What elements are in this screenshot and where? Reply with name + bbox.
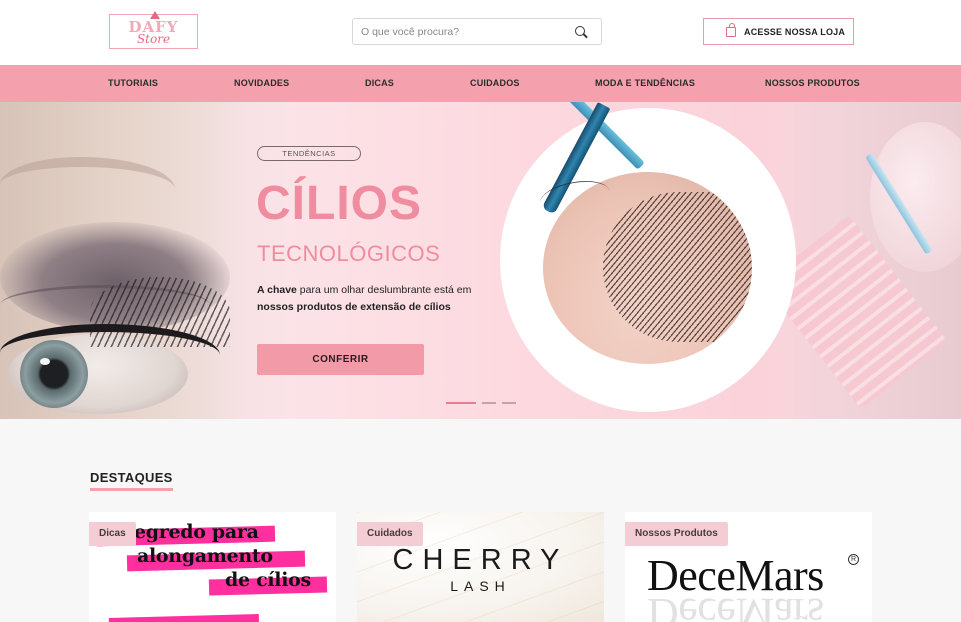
hero-desc-bold-2: nossos produtos de extensão de cílios (257, 301, 451, 313)
hero-lashes (90, 277, 230, 347)
decemars-logo-reflection: DeceMars (647, 589, 824, 622)
hero-description: A chave para um olhar deslumbrante está … (257, 282, 487, 316)
carousel-dot-2[interactable] (482, 402, 496, 404)
shopping-bag-icon (726, 23, 736, 37)
visit-store-label: ACESSE NOSSA LOJA (744, 27, 846, 37)
nav-item-cuidados[interactable]: CUIDADOS (470, 78, 520, 88)
main-nav: TUTORIAIS NOVIDADES DICAS CUIDADOS MODA … (0, 65, 961, 102)
dafy-store-logo[interactable]: DAFY Store (109, 11, 198, 49)
card-category-badge[interactable]: Cuidados (357, 522, 423, 546)
hero-category-tag[interactable]: TENDÊNCIAS (257, 146, 361, 161)
visit-store-button[interactable]: ACESSE NOSSA LOJA (703, 18, 854, 45)
card-headline-line-2: alongamento (137, 545, 273, 567)
search-icon[interactable] (575, 26, 585, 36)
carousel-dot-3[interactable] (502, 402, 516, 404)
search-box (352, 18, 602, 45)
carousel-dot-1[interactable] (446, 402, 476, 404)
hero-eyebrow (0, 157, 175, 217)
hero-banner[interactable]: TENDÊNCIAS CÍLIOS TECNOLÓGICOS A chave p… (0, 102, 961, 419)
card-category-badge[interactable]: Dicas (89, 522, 136, 546)
carousel-dots (446, 402, 526, 406)
featured-section-title: DESTAQUES (90, 470, 173, 485)
cherry-lash-logo-sub: LASH (450, 578, 511, 594)
featured-card-nossos-produtos[interactable]: DeceMars DeceMars R Nossos Produtos (625, 512, 872, 622)
hero-cta-button[interactable]: CONFERIR (257, 344, 424, 375)
nav-item-nossos-produtos[interactable]: NOSSOS PRODUTOS (765, 78, 860, 88)
nav-item-moda-e-tendencias[interactable]: MODA E TENDÊNCIAS (595, 78, 695, 88)
hero-subtitle: TECNOLÓGICOS (257, 241, 441, 266)
hero-title: CÍLIOS (256, 177, 423, 230)
card-headline-line-3: de cílios (225, 569, 311, 591)
hero-desc-mid: para um olhar deslumbrante está em (296, 284, 472, 296)
nav-item-novidades[interactable]: NOVIDADES (234, 78, 289, 88)
nav-item-dicas[interactable]: DICAS (365, 78, 394, 88)
registered-mark: R (848, 554, 859, 565)
headline-highlight (108, 614, 260, 622)
closeup-lashes (603, 192, 752, 342)
logo-text-bottom: Store (136, 32, 171, 46)
search-input[interactable] (361, 22, 561, 42)
featured-title-underline (90, 488, 173, 491)
featured-card-dicas[interactable]: O segredo para alongamento de cílios Dic… (89, 512, 336, 622)
site-header: DAFY Store ACESSE NOSSA LOJA (0, 0, 961, 65)
nav-item-tutoriais[interactable]: TUTORIAIS (108, 78, 158, 88)
card-category-badge[interactable]: Nossos Produtos (625, 522, 728, 546)
featured-card-cuidados[interactable]: CHERRY LASH Cuidados (357, 512, 604, 622)
hero-desc-bold-1: A chave (257, 284, 297, 296)
cherry-lash-logo: CHERRY (392, 544, 569, 576)
